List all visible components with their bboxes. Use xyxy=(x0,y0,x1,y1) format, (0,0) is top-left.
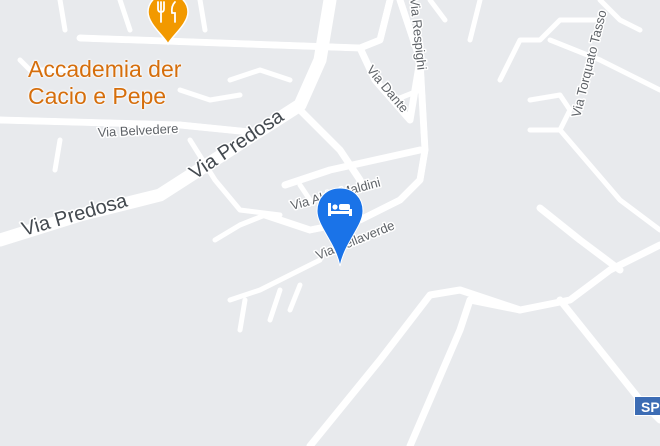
map-canvas[interactable]: Via Predosa Via Predosa Via Belvedere Vi… xyxy=(0,0,660,446)
hotel-marker[interactable] xyxy=(0,0,660,446)
map-pin-icon[interactable] xyxy=(316,187,364,267)
route-shield-sp: SP xyxy=(634,396,660,416)
